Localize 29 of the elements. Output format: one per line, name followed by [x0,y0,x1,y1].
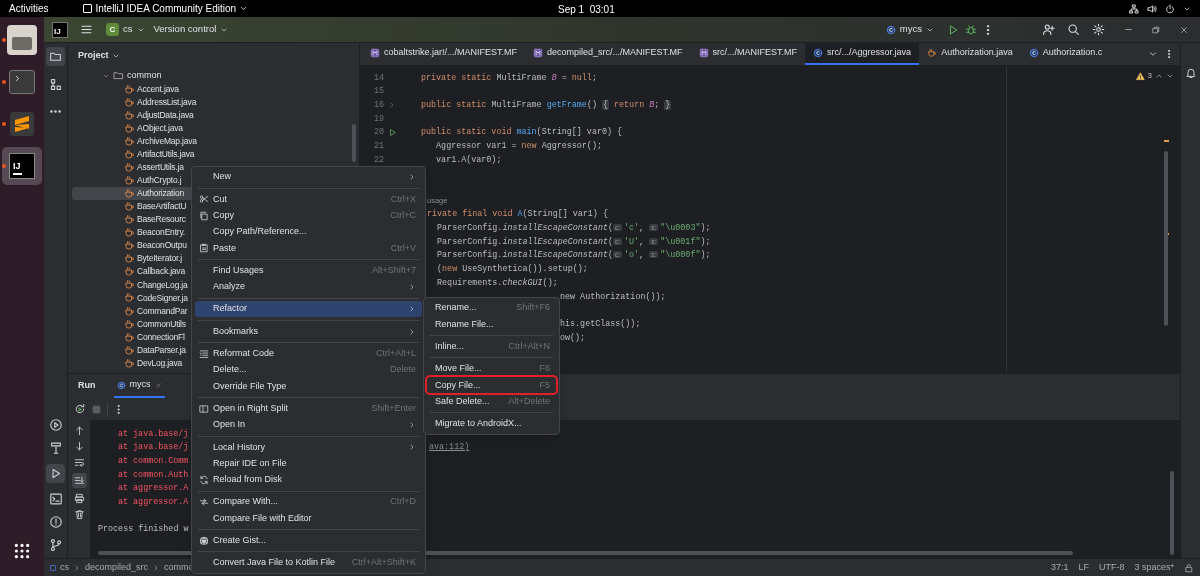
console-line: at java.base/j [117,427,189,441]
console-line: Process finished w [98,523,189,536]
code-line: rivate final void A(String[] var1) { [427,209,608,220]
line-number: 22 [372,153,384,167]
code-line: Aggressor var1 = new Aggressor(); [435,140,602,151]
line-number: 21 [372,139,384,153]
line-number: 19 [372,112,384,126]
line-number: 20 [372,126,384,139]
project-badge: C [106,23,119,36]
code-line: Requirements.checkGUI(); [436,277,558,288]
line-number: 16 [372,98,384,112]
code-line: new Authorization()); [560,291,666,302]
console-line: at java.base/j [117,441,189,454]
ide-logo: IJ [52,21,68,38]
code-line: ow(); [560,332,586,343]
line-number: 15 [372,85,384,98]
code-line: his.getClass()); [560,318,641,329]
console-line: at aggressor.A [117,482,189,495]
line-number: 14 [372,71,384,85]
panel-title: Run [78,379,96,393]
code-line: private static MultiFrame B = null; [421,72,597,83]
code-line: (new UseSynthetica()).setup(); [436,264,588,275]
console-line: at common.Auth [117,468,189,482]
console-line: at common.Comm [117,454,189,468]
code-line: public static MultiFrame getFrame() { return B; } [421,99,672,110]
console-line: at aggressor.A [117,495,189,509]
panel-title: Project [78,49,109,63]
code-line: var1.A(var0); [435,154,502,165]
code-line: public static void main(String[] var0) { [421,127,623,138]
